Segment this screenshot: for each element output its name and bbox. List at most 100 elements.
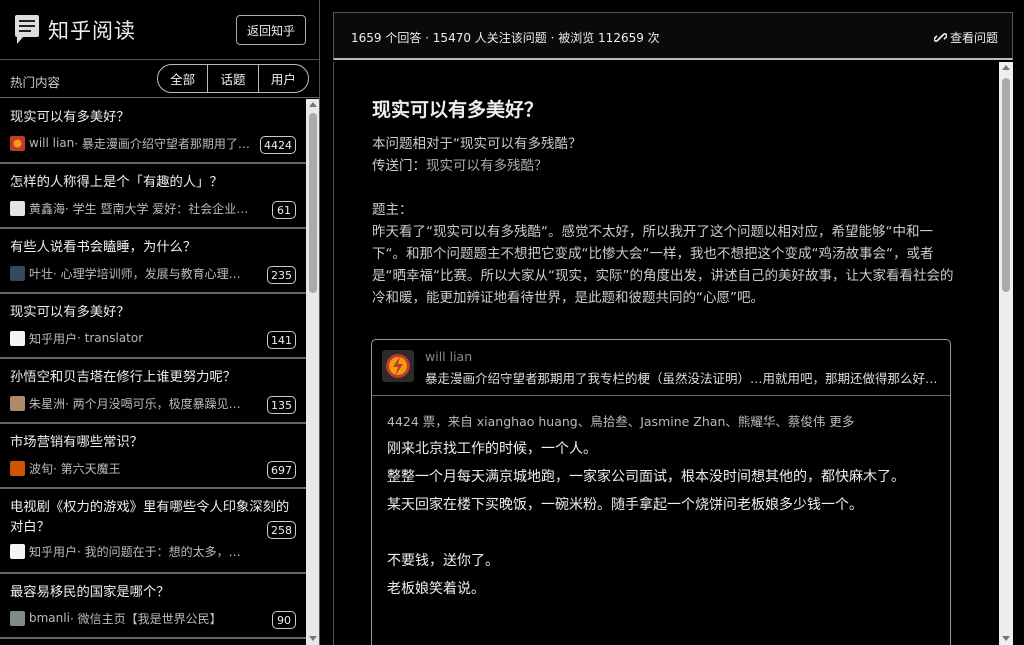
brand-bar: 知乎阅读 返回知乎	[0, 0, 319, 60]
answer-body: 刚来北京找工作的时候，一个人。 整整一个月每天满京城地跑，一家家公司面试，根本没…	[387, 435, 927, 603]
filter-tab-topics[interactable]: 话题	[207, 65, 257, 92]
answer-paragraph: 刚来北京找工作的时候，一个人。	[387, 441, 597, 457]
avatar	[10, 395, 25, 411]
filter-tab-users[interactable]: 用户	[257, 65, 308, 92]
answer-votes: 4424 票，来自 xianghao huang、鳥拾叁、Jasmine Zha…	[387, 414, 855, 429]
avatar	[10, 200, 25, 216]
avatar[interactable]	[382, 350, 414, 382]
speech-bubble-icon	[15, 15, 39, 44]
answer-paragraph: 老板娘笑着说。	[387, 581, 485, 597]
list-item-title[interactable]: 怎样的人称得上是个「有趣的人」？	[10, 173, 296, 193]
list-item-title[interactable]: 孙悟空和贝吉塔在修行上谁更努力呢？	[10, 368, 296, 388]
scroll-down-icon[interactable]	[309, 636, 317, 641]
relative-note: 本问题相对于“现实可以有多残酷？	[372, 136, 582, 152]
list-item-author[interactable]: 知乎用户	[29, 543, 77, 559]
list-item-title[interactable]: 有些人说看书会瞌睡，为什么？	[10, 238, 296, 258]
list-item[interactable]: 有些人说看书会瞌睡，为什么？ 叶壮 · 心理学培训师，发展与教育心理… 235	[0, 229, 306, 294]
answer-card: will lian 暴走漫画介绍守望者那期用了我专栏的梗（虽然没法证明）…用就用…	[371, 339, 951, 645]
list-item-bio: · 两个月没喝可乐，极度暴躁见…	[65, 396, 241, 411]
list-item[interactable]: 现实可以有多美好？ will lian · 暴走漫画介绍守望者那期用了… 442…	[0, 99, 306, 164]
portal-link[interactable]: 现实可以有多残酷？	[426, 158, 548, 174]
answer-author-name[interactable]: will lian	[425, 349, 472, 364]
view-question-link[interactable]: 查看问题	[933, 29, 998, 46]
list-item-title[interactable]: 市场营销有哪些常识？	[10, 433, 296, 453]
list-item-title[interactable]: 最容易移民的国家是哪个？	[10, 583, 296, 603]
view-question-label[interactable]: 查看问题	[950, 29, 998, 46]
filter-bar: 热门内容 全部 话题 用户	[0, 60, 319, 98]
list-item-title[interactable]: 现实可以有多美好？	[10, 108, 296, 128]
portal-label: 传送门：	[372, 158, 426, 174]
filter-label: 热门内容	[10, 75, 61, 90]
question-description: 本问题相对于“现实可以有多残酷？ 传送门：现实可以有多残酷？ 题主： 昨天看了“…	[372, 133, 962, 309]
question-header: 1659 个回答 · 15470 人关注该问题 · 被浏览 112659 次 查…	[333, 12, 1013, 60]
list-item[interactable]: 怎样的人称得上是个「有趣的人」？ 黄鑫海 · 学生 暨南大学 爱好：社会企业… …	[0, 164, 306, 229]
list-item-bio: · 心理学培训师，发展与教育心理…	[53, 266, 241, 281]
list-item-meta: 朱星洲 · 两个月没喝可乐，极度暴躁见…	[10, 395, 262, 411]
avatar	[10, 330, 25, 346]
vote-count-badge: 697	[267, 461, 296, 479]
list-item-meta: 波旬 · 第六天魔王	[10, 460, 262, 476]
vote-count-badge: 235	[267, 266, 296, 284]
answer-paragraph: 不要钱，送你了。	[387, 553, 499, 569]
avatar	[10, 460, 25, 476]
link-icon	[933, 33, 947, 42]
sidebar: 知乎阅读 返回知乎 热门内容 全部 话题 用户 现实可以有多美好？ will l…	[0, 0, 320, 645]
vote-count-badge: 141	[267, 331, 296, 349]
answer-paragraph	[387, 519, 927, 547]
vote-count-badge: 135	[267, 396, 296, 414]
scroll-up-icon[interactable]	[1002, 65, 1010, 70]
list-item-meta: 黄鑫海 · 学生 暨南大学 爱好：社会企业…	[10, 200, 262, 216]
op-text: 昨天看了“现实可以有多残酷“。感觉不太好，所以我开了这个问题以相对应，希望能够“…	[372, 224, 954, 306]
list-item-author[interactable]: bmanli	[29, 611, 70, 625]
scroll-down-icon[interactable]	[1002, 636, 1010, 641]
list-item-bio: · 暴走漫画介绍守望者那期用了…	[74, 136, 250, 151]
filter-segmented-control: 全部 话题 用户	[157, 64, 309, 93]
list-item-author[interactable]: 知乎用户	[29, 330, 77, 346]
list-item-meta: bmanli · 微信主页【我是世界公民】	[10, 610, 262, 626]
vote-count-badge: 4424	[260, 136, 296, 154]
answer-author-bio: 暴走漫画介绍守望者那期用了我专栏的梗（虽然没法证明）…用就用吧，那期还做得那么好…	[425, 371, 940, 386]
vote-count-badge: 90	[272, 611, 296, 629]
list-item[interactable]: 最容易移民的国家是哪个？ bmanli · 微信主页【我是世界公民】 90	[0, 574, 306, 639]
list-item-bio: · translator	[77, 331, 144, 345]
list-item-title[interactable]: 现实可以有多美好？	[10, 303, 296, 323]
back-to-zhihu-button[interactable]: 返回知乎	[236, 15, 306, 45]
main-panel: 1659 个回答 · 15470 人关注该问题 · 被浏览 112659 次 查…	[321, 0, 1024, 645]
avatar	[10, 135, 25, 151]
sidebar-scrollbar[interactable]	[306, 99, 319, 645]
list-item[interactable]: 市场营销有哪些常识？ 波旬 · 第六天魔王 697	[0, 424, 306, 489]
list-item-author[interactable]: 朱星洲	[29, 395, 65, 411]
list-item-author[interactable]: 叶壮	[29, 265, 53, 281]
list-item-author[interactable]: 波旬	[29, 460, 53, 476]
answer-author-header: will lian 暴走漫画介绍守望者那期用了我专栏的梗（虽然没法证明）…用就用…	[372, 340, 950, 396]
filter-tab-all[interactable]: 全部	[158, 65, 207, 92]
avatar	[10, 610, 25, 626]
page-title: 现实可以有多美好？	[372, 99, 544, 121]
op-label: 题主：	[372, 202, 413, 218]
list-item-meta: 知乎用户 · 我的问题在于：想的太多，…	[10, 543, 262, 559]
scroll-up-icon[interactable]	[309, 102, 317, 107]
answer-paragraph: 整整一个月每天满京城地跑，一家家公司面试，根本没时间想其他的，都快麻木了。	[387, 469, 905, 485]
answer-paragraph: 某天回家在楼下买晚饭，一碗米粉。随手拿起一个烧饼问老板娘多少钱一个。	[387, 497, 863, 513]
list-item-title[interactable]: 电视剧《权力的游戏》里有哪些令人印象深刻的对白？	[10, 498, 296, 538]
list-item-bio: · 第六天魔王	[53, 461, 121, 476]
list-item-bio: · 微信主页【我是世界公民】	[69, 611, 222, 626]
main-scrollbar-thumb[interactable]	[1002, 78, 1010, 292]
main-scrollbar[interactable]	[999, 62, 1013, 645]
list-item-meta: will lian · 暴走漫画介绍守望者那期用了…	[10, 135, 262, 151]
app-title: 知乎阅读	[48, 19, 136, 43]
list-item-bio: · 学生 暨南大学 爱好：社会企业…	[65, 201, 249, 216]
question-stats: 1659 个回答 · 15470 人关注该问题 · 被浏览 112659 次	[351, 31, 660, 45]
list-item-author[interactable]: 黄鑫海	[29, 200, 65, 216]
portal-line: 传送门：现实可以有多残酷？	[372, 155, 962, 177]
question-content: 现实可以有多美好？ 本问题相对于“现实可以有多残酷？ 传送门：现实可以有多残酷？…	[333, 62, 1001, 645]
list-item[interactable]: 孙悟空和贝吉塔在修行上谁更努力呢？ 朱星洲 · 两个月没喝可乐，极度暴躁见… 1…	[0, 359, 306, 424]
list-item-author[interactable]: will lian	[29, 136, 74, 150]
list-item-meta: 叶壮 · 心理学培训师，发展与教育心理…	[10, 265, 262, 281]
list-item[interactable]: 电视剧《权力的游戏》里有哪些令人印象深刻的对白？ 知乎用户 · 我的问题在于：想…	[0, 489, 306, 574]
list-item-meta: 知乎用户 · translator	[10, 330, 262, 346]
vote-count-badge: 61	[272, 201, 296, 219]
sidebar-scrollbar-thumb[interactable]	[309, 113, 317, 293]
list-item[interactable]: 现实可以有多美好？ 知乎用户 · translator 141	[0, 294, 306, 359]
question-list: 现实可以有多美好？ will lian · 暴走漫画介绍守望者那期用了… 442…	[0, 99, 306, 639]
